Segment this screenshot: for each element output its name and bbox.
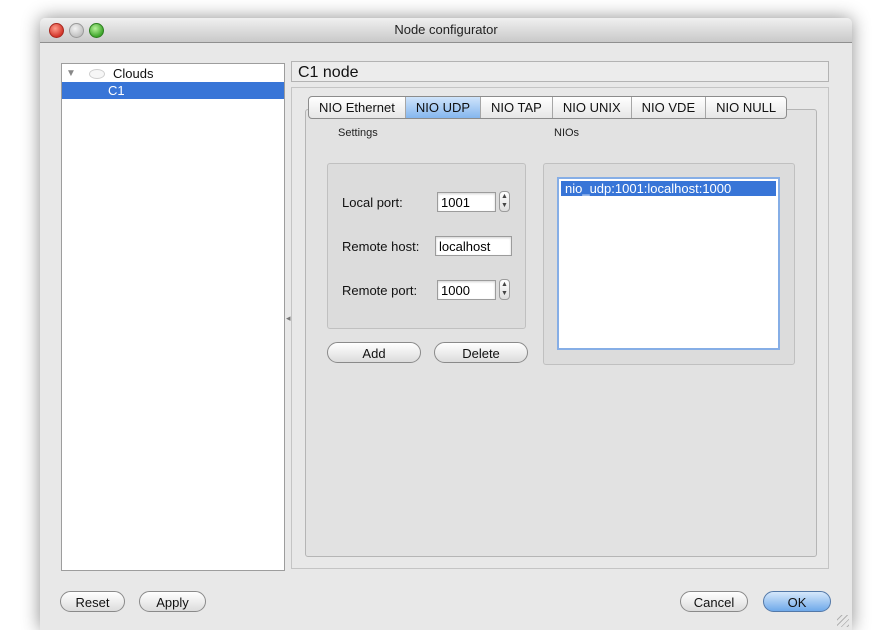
settings-group-title: Settings bbox=[338, 127, 378, 139]
nio-tab-bar: NIO Ethernet NIO UDP NIO TAP NIO UNIX NI… bbox=[308, 96, 788, 119]
settings-group: Local port: ▲▼ Remote host: Remote port:… bbox=[327, 163, 526, 329]
close-window-icon[interactable] bbox=[49, 23, 64, 38]
tab-content: Settings NIOs Local port: ▲▼ Remote host… bbox=[305, 109, 817, 557]
tab-nio-udp[interactable]: NIO UDP bbox=[405, 97, 482, 118]
tab-nio-ethernet[interactable]: NIO Ethernet bbox=[309, 97, 406, 118]
cloud-icon bbox=[89, 69, 105, 79]
cancel-button[interactable]: Cancel bbox=[680, 591, 748, 612]
add-nio-button[interactable]: Add bbox=[327, 342, 421, 363]
local-port-stepper[interactable]: ▲ ▼ bbox=[499, 191, 510, 212]
tab-nio-null[interactable]: NIO NULL bbox=[706, 97, 786, 118]
tab-nio-tap[interactable]: NIO TAP bbox=[481, 97, 553, 118]
node-configurator-window: Node configurator ▼ Clouds C1 ◂ C1 node … bbox=[40, 18, 852, 630]
tab-nio-vde[interactable]: NIO VDE bbox=[632, 97, 707, 118]
nios-group: nio_udp:1001:localhost:1000 bbox=[543, 163, 795, 365]
remote-host-input[interactable] bbox=[435, 236, 512, 256]
zoom-window-icon[interactable] bbox=[89, 23, 104, 38]
tree-item-clouds[interactable]: ▼ Clouds bbox=[62, 65, 284, 82]
apply-button[interactable]: Apply bbox=[139, 591, 206, 612]
title-bar[interactable]: Node configurator bbox=[40, 18, 852, 43]
splitter-handle-icon[interactable]: ◂ bbox=[286, 313, 291, 324]
tree-item-label: Clouds bbox=[113, 66, 154, 81]
local-port-input[interactable] bbox=[437, 192, 496, 212]
nio-list[interactable]: nio_udp:1001:localhost:1000 bbox=[557, 177, 780, 350]
delete-nio-button[interactable]: Delete bbox=[434, 342, 528, 363]
tree-item-label: C1 bbox=[108, 83, 125, 98]
remote-port-input[interactable] bbox=[437, 280, 496, 300]
remote-host-label: Remote host: bbox=[342, 239, 420, 254]
list-item[interactable]: nio_udp:1001:localhost:1000 bbox=[561, 181, 776, 196]
tab-nio-unix[interactable]: NIO UNIX bbox=[553, 97, 632, 118]
node-title: C1 node bbox=[291, 61, 829, 82]
reset-button[interactable]: Reset bbox=[60, 591, 125, 612]
disclosure-triangle-icon[interactable]: ▼ bbox=[66, 65, 76, 82]
nios-group-title: NIOs bbox=[554, 127, 580, 139]
minimize-window-icon[interactable] bbox=[69, 23, 84, 38]
local-port-label: Local port: bbox=[342, 195, 403, 210]
resize-grip-icon[interactable] bbox=[837, 615, 849, 627]
config-panel: Settings NIOs Local port: ▲▼ Remote host… bbox=[291, 87, 829, 569]
ok-button[interactable]: OK bbox=[763, 591, 831, 612]
window-title: Node configurator bbox=[394, 22, 498, 37]
remote-port-label: Remote port: bbox=[342, 283, 418, 298]
tree-item-c1[interactable]: C1 bbox=[62, 82, 284, 99]
remote-port-stepper[interactable]: ▲ ▼ bbox=[499, 279, 510, 300]
node-tree[interactable]: ▼ Clouds C1 bbox=[61, 63, 285, 571]
